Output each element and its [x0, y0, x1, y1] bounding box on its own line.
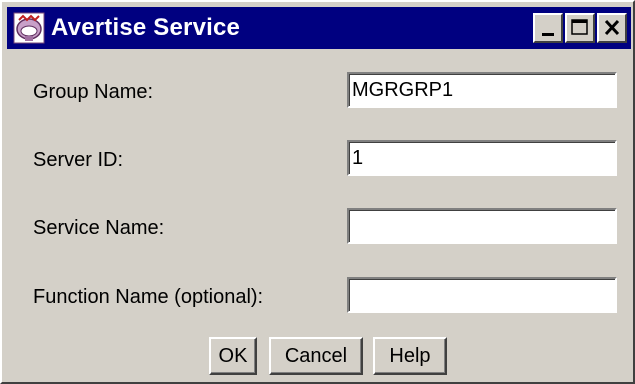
window-title: Avertise Service: [51, 14, 241, 41]
ok-button[interactable]: OK: [209, 337, 257, 375]
server-id-label: Server ID:: [33, 149, 124, 171]
dialog-body: Group Name: Server ID: Service Name: Fun…: [7, 53, 631, 379]
minimize-icon: [542, 33, 554, 36]
cancel-button[interactable]: Cancel: [269, 337, 363, 375]
server-id-field[interactable]: [347, 140, 617, 176]
service-name-label: Service Name:: [33, 217, 165, 239]
close-icon: [604, 19, 620, 36]
close-button[interactable]: [597, 13, 627, 43]
help-button[interactable]: Help: [373, 337, 447, 375]
window-controls: [533, 13, 627, 43]
maximize-icon: [571, 19, 588, 35]
dialog-window: Avertise Service Group Name: MGRGRP1 Ser…: [0, 0, 635, 384]
service-name-field[interactable]: [347, 208, 617, 244]
function-name-label: Function Name (optional):: [33, 286, 264, 308]
maximize-button[interactable]: [565, 13, 595, 43]
app-icon: [13, 12, 45, 44]
group-name-field[interactable]: [347, 72, 617, 108]
title-bar[interactable]: Avertise Service: [7, 7, 631, 49]
minimize-button[interactable]: [533, 13, 563, 43]
function-name-field[interactable]: [347, 277, 617, 313]
group-name-label: Group Name:: [33, 81, 154, 103]
